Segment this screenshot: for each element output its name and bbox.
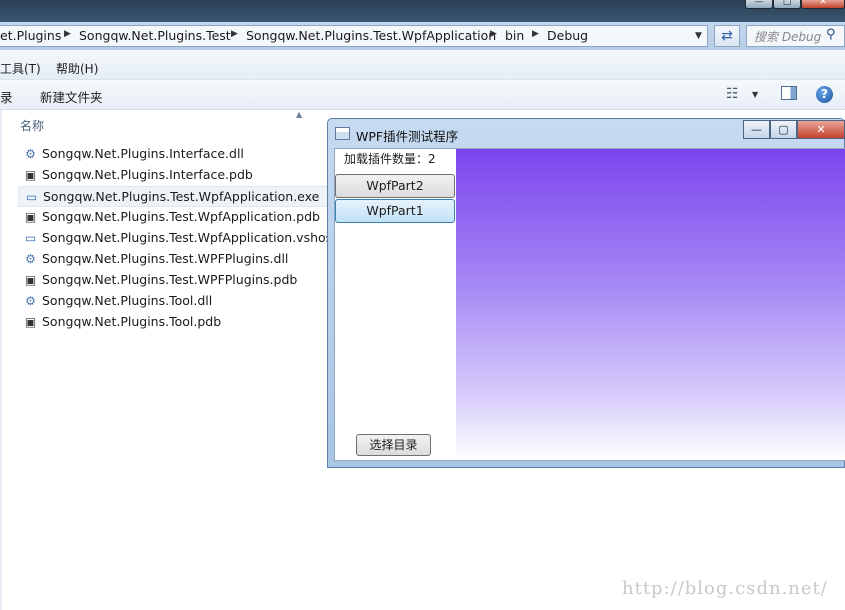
menu-bar (0, 50, 845, 80)
file-name: Songqw.Net.Plugins.Test.WpfApplication.v… (42, 230, 349, 245)
file-row[interactable]: ▣ Songqw.Net.Plugins.Test.WpfApplication.… (18, 207, 338, 228)
file-row[interactable]: ▭ Songqw.Net.Plugins.Test.WpfApplication.… (18, 186, 338, 207)
exe-icon: ▭ (24, 231, 37, 245)
file-name: Songqw.Net.Plugins.Tool.pdb (42, 314, 222, 329)
wpf-minimize-button[interactable]: — (743, 120, 770, 139)
view-list-icon[interactable]: ☷ (726, 86, 739, 102)
file-row[interactable]: ▭ Songqw.Net.Plugins.Test.WpfApplication.… (18, 228, 349, 249)
command-bar (0, 80, 845, 110)
chevron-right-icon[interactable]: ▶ (231, 29, 238, 39)
file-row[interactable]: ⚙ Songqw.Net.Plugins.Interface.dll (18, 144, 338, 165)
file-name: Songqw.Net.Plugins.Test.WpfApplication.p… (42, 209, 320, 224)
minimize-icon: — (754, 0, 764, 7)
breadcrumb-item[interactable]: bin (505, 28, 524, 44)
window-title-bar (0, 0, 845, 22)
breadcrumb-item[interactable]: Songqw.Net.Plugins.Test.WpfApplication (246, 28, 496, 44)
watermark: http://blog.csdn.net/ (622, 578, 828, 599)
pdb-icon: ▣ (24, 315, 37, 329)
chevron-right-icon[interactable]: ▶ (64, 29, 71, 39)
maximize-button[interactable]: □ (773, 0, 801, 9)
dll-icon: ⚙ (25, 252, 36, 266)
exe-icon: ▭ (25, 190, 38, 204)
wpf-window-title: WPF插件测试程序 (356, 129, 459, 144)
maximize-icon: □ (782, 0, 792, 7)
chevron-right-icon[interactable]: ▶ (532, 29, 539, 39)
refresh-button[interactable]: ⇄ (714, 25, 740, 47)
choose-directory-button[interactable]: 选择目录 (356, 434, 431, 456)
dll-icon: ⚙ (25, 147, 36, 161)
file-row[interactable]: ▣ Songqw.Net.Plugins.Test.WPFPlugins.pdb (18, 270, 338, 291)
file-row[interactable]: ▣ Songqw.Net.Plugins.Tool.pdb (18, 312, 338, 333)
search-placeholder: 搜索 Debug (754, 30, 822, 44)
pdb-icon: ▣ (24, 168, 37, 182)
pdb-icon: ▣ (24, 210, 37, 224)
close-icon: ✕ (816, 123, 826, 136)
plugin-count-label: 加载插件数量：2 (344, 152, 436, 166)
file-name: Songqw.Net.Plugins.Tool.dll (42, 293, 213, 308)
chevron-down-icon[interactable]: ▼ (695, 31, 702, 41)
breadcrumb-item[interactable]: Songqw.Net.Plugins.Test (79, 28, 231, 44)
toolbar-item-partial[interactable]: 录 (0, 87, 13, 106)
help-icon[interactable]: ? (816, 86, 833, 103)
file-name: Songqw.Net.Plugins.Test.WpfApplication.e… (43, 189, 320, 204)
breadcrumb-item[interactable]: et.Plugins (0, 28, 61, 44)
wpf-maximize-button[interactable]: ▢ (770, 120, 797, 139)
plugin-button-wpfpart2[interactable]: WpfPart2 (335, 174, 455, 198)
file-row[interactable]: ⚙ Songqw.Net.Plugins.Test.WPFPlugins.dll (18, 249, 338, 270)
wpf-close-button[interactable]: ✕ (797, 120, 845, 139)
breadcrumb-item[interactable]: Debug (547, 28, 588, 44)
plugin-button-wpfpart1[interactable]: WpfPart1 (335, 199, 455, 223)
column-header-name[interactable]: 名称 (20, 117, 44, 134)
chevron-right-icon[interactable]: ▶ (490, 29, 497, 39)
search-icon[interactable]: ⚲ (826, 27, 836, 42)
preview-pane-icon[interactable] (781, 86, 797, 100)
new-folder-button[interactable]: 新建文件夹 (40, 87, 103, 106)
sort-ascending-icon: ▲ (296, 110, 303, 119)
menu-tools[interactable]: 工具(T) (0, 60, 41, 77)
refresh-icon: ⇄ (721, 28, 733, 44)
file-name: Songqw.Net.Plugins.Interface.dll (42, 146, 244, 161)
close-button[interactable]: ✕ (801, 0, 845, 9)
file-name: Songqw.Net.Plugins.Interface.pdb (42, 167, 253, 182)
nav-pane-edge (0, 110, 3, 610)
plugin-content-area (456, 149, 845, 460)
file-name: Songqw.Net.Plugins.Test.WPFPlugins.dll (42, 251, 289, 266)
menu-help[interactable]: 帮助(H) (56, 60, 98, 77)
app-icon (335, 127, 350, 140)
close-icon: ✕ (819, 0, 827, 7)
file-row[interactable]: ⚙ Songqw.Net.Plugins.Tool.dll (18, 291, 338, 312)
minimize-icon: — (751, 123, 762, 136)
file-name: Songqw.Net.Plugins.Test.WPFPlugins.pdb (42, 272, 298, 287)
dll-icon: ⚙ (25, 294, 36, 308)
maximize-icon: ▢ (778, 123, 789, 136)
pdb-icon: ▣ (24, 273, 37, 287)
minimize-button[interactable]: — (745, 0, 773, 9)
chevron-down-icon[interactable]: ▼ (752, 90, 758, 99)
file-row[interactable]: ▣ Songqw.Net.Plugins.Interface.pdb (18, 165, 338, 186)
